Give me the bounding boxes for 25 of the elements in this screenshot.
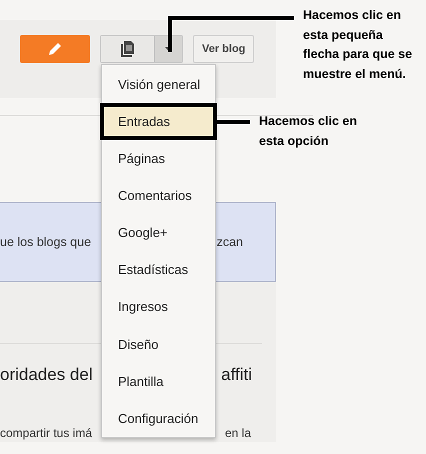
documents-icon — [120, 41, 134, 57]
dropdown-button[interactable] — [154, 36, 182, 62]
posts-button[interactable] — [101, 36, 154, 62]
menu-item[interactable]: Visión general — [102, 66, 215, 104]
menu-item[interactable]: Entradas — [100, 103, 217, 140]
post-snippet: compartir tus imá — [0, 425, 92, 442]
leader-line — [215, 120, 250, 124]
menu-item[interactable]: Páginas — [102, 140, 215, 178]
pencil-icon — [48, 42, 62, 56]
notice-text: zcan — [216, 234, 243, 251]
post-snippet: en la — [224, 425, 251, 442]
menu-item[interactable]: Comentarios — [102, 177, 215, 215]
new-post-button[interactable] — [20, 35, 90, 63]
menu-item[interactable]: Diseño — [102, 326, 215, 363]
view-blog-button[interactable]: Ver blog — [193, 35, 254, 63]
menu-item[interactable]: Configuración — [102, 400, 215, 437]
menu-item[interactable]: Estadísticas — [102, 252, 215, 289]
notice-text: ue los blogs que — [0, 234, 92, 251]
annotation-text: Hacemos clic en esta opción — [259, 113, 357, 150]
menu-item[interactable]: Plantilla — [102, 362, 215, 400]
post-title: oridades del — [0, 364, 93, 386]
annotation-text: Hacemos clic en esta pequeña flecha para que se muestre el menú. — [303, 7, 412, 82]
menu-item[interactable]: Ingresos — [102, 288, 215, 326]
post-title: affiti — [221, 364, 252, 386]
menu-item[interactable]: Google+ — [102, 214, 215, 252]
